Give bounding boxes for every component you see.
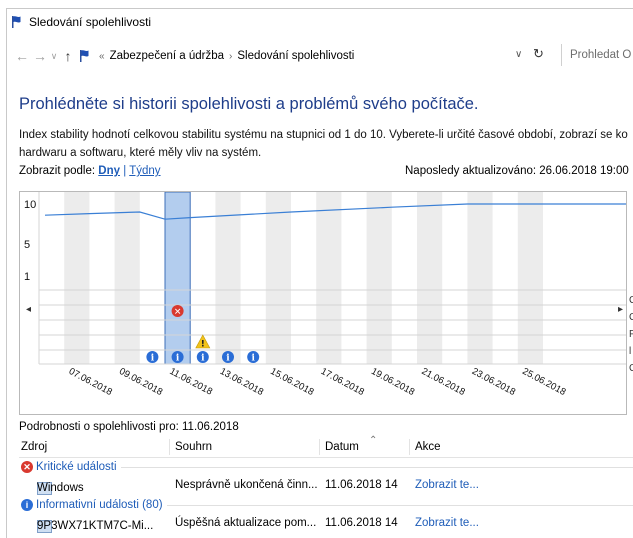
table-row[interactable]: 9P3WX71KTM7C-Mi... Úspěšná aktualizace p… (19, 514, 633, 534)
table-row[interactable]: Windows Nesprávně ukončená činn... 11.06… (19, 476, 633, 496)
table-header: Zdroj Souhrn Datum ⌃ Akce (19, 435, 633, 458)
chart-stripe (467, 192, 493, 364)
side-info-panel: C C F l C (629, 292, 633, 377)
x-tick-label: 25.06.2018 (520, 366, 567, 398)
up-arrow-icon[interactable]: ↑ (59, 48, 77, 64)
chart-stripe (64, 192, 90, 364)
column-header-date[interactable]: Datum (325, 441, 359, 453)
group-informational[interactable]: i Informativní události (80) (19, 496, 633, 514)
row-summary: Nesprávně ukončená činn... (175, 479, 318, 491)
view-by-separator: | (123, 165, 127, 177)
info-event-glyph: i (226, 354, 230, 364)
view-by-days-link[interactable]: Dny (98, 165, 120, 177)
y-tick-label: 1 (24, 271, 30, 283)
x-tick-label: 23.06.2018 (470, 366, 517, 398)
info-event-glyph: i (176, 354, 180, 364)
breadcrumb-item-reliability[interactable]: Sledování spolehlivosti (237, 50, 354, 62)
recent-dropdown-icon[interactable]: ∨ (49, 51, 59, 62)
info-event-glyph: i (251, 354, 255, 364)
side-info-letter: l (629, 346, 632, 357)
page-description: Index stability hodnotí celkovou stabili… (19, 129, 628, 159)
column-header-source[interactable]: Zdroj (21, 441, 47, 453)
y-tick-label: 10 (24, 199, 36, 211)
chart-stripe (366, 192, 392, 364)
address-dropdown-icon[interactable]: ∨ (515, 49, 522, 60)
group-divider (120, 466, 633, 468)
reliability-chart-svg[interactable]: 10 5 1 ◂ ▸ ✕! i i i i i 07.06.2018 09.06.2018 11.06.2… (20, 191, 627, 414)
x-tick-label: 11.06.2018 (168, 366, 215, 398)
chart-stripe (316, 192, 342, 364)
chevron-double-left-icon[interactable]: « (99, 51, 105, 62)
x-tick-label: 13.06.2018 (218, 366, 265, 398)
column-header-action[interactable]: Akce (415, 441, 441, 453)
y-tick-label: 5 (24, 239, 30, 251)
group-divider (166, 504, 633, 506)
flag-icon (79, 49, 93, 63)
x-tick-label: 19.06.2018 (369, 366, 416, 398)
address-bar: ← → ∨ ↑ « Zabezpečení a údržba › Sledová… (7, 41, 633, 71)
row-source-text: Windows (37, 482, 84, 494)
x-tick-label: 21.06.2018 (420, 366, 467, 398)
reliability-monitor-window: Sledování spolehlivosti ← → ∨ ↑ « Zabezp… (6, 8, 633, 538)
critical-event-glyph: ✕ (174, 308, 182, 318)
scroll-right-arrow-icon[interactable]: ▸ (618, 304, 623, 315)
row-date: 11.06.2018 14 (325, 479, 398, 491)
column-divider[interactable] (409, 439, 410, 455)
x-tick-label: 07.06.2018 (67, 366, 114, 398)
side-info-letter: F (629, 326, 633, 343)
view-by-label: Zobrazit podle: (19, 165, 96, 177)
warning-event-glyph: ! (201, 340, 205, 350)
chart-stripe (114, 192, 140, 364)
critical-error-icon: ✕ (21, 461, 33, 473)
info-event-glyph: i (151, 354, 155, 364)
forward-arrow-icon[interactable]: → (31, 48, 49, 64)
breadcrumb: « Zabezpečení a údržba › Sledování spole… (99, 50, 354, 62)
group-critical[interactable]: ✕ Kritické události (19, 458, 633, 476)
side-info-letter: C (629, 360, 633, 377)
page-heading: Prohlédněte si historii spolehlivosti a … (19, 95, 479, 113)
side-info-letter: C (629, 309, 633, 326)
back-arrow-icon[interactable]: ← (13, 48, 31, 64)
title-bar: Sledování spolehlivosti (7, 9, 633, 35)
column-header-summary[interactable]: Souhrn (175, 441, 212, 453)
row-summary: Úspěšná aktualizace pom... (175, 517, 317, 529)
details-label: Podrobnosti o spolehlivosti pro: 11.06.2… (19, 421, 239, 433)
side-info-letter: C (629, 292, 633, 309)
view-technical-details-link[interactable]: Zobrazit te... (415, 517, 479, 529)
sort-arrow-icon: ⌃ (369, 435, 378, 446)
column-divider[interactable] (319, 439, 320, 455)
chart-stripe (265, 192, 291, 364)
group-title: Informativní události (80) (36, 499, 163, 511)
info-event-glyph: i (201, 354, 205, 364)
row-date: 11.06.2018 14 (325, 517, 398, 529)
flag-icon (11, 15, 25, 29)
window-title: Sledování spolehlivosti (29, 15, 152, 29)
chart-stripe (215, 192, 241, 364)
x-tick-label: 15.06.2018 (268, 366, 315, 398)
view-by-weeks-link[interactable]: Týdny (129, 165, 160, 177)
row-source-text: 9P3WX71KTM7C-Mi... (37, 520, 154, 532)
reliability-chart[interactable]: 10 5 1 ◂ ▸ ✕! i i i i i 07.06.2018 09.06.2018 11.06.2… (19, 191, 627, 415)
info-icon: i (21, 499, 33, 511)
chart-stripe (417, 192, 443, 364)
view-by-switch: Zobrazit podle: Dny | Týdny (19, 165, 161, 177)
details-table: Zdroj Souhrn Datum ⌃ Akce ✕ Kritické udá… (19, 435, 633, 534)
x-tick-label: 09.06.2018 (117, 366, 164, 398)
x-tick-label: 17.06.2018 (319, 366, 366, 398)
group-title: Kritické události (36, 461, 117, 473)
breadcrumb-item-security[interactable]: Zabezpečení a údržba (110, 50, 224, 62)
last-updated-text: Naposledy aktualizováno: 26.06.2018 19:0… (405, 165, 629, 177)
chevron-right-icon[interactable]: › (229, 51, 232, 62)
search-input[interactable]: Prohledat O (561, 44, 633, 66)
scroll-left-arrow-icon[interactable]: ◂ (26, 304, 31, 315)
refresh-icon[interactable]: ↻ (533, 46, 544, 62)
column-divider[interactable] (169, 439, 170, 455)
chart-stripe (517, 192, 543, 364)
view-technical-details-link[interactable]: Zobrazit te... (415, 479, 479, 491)
